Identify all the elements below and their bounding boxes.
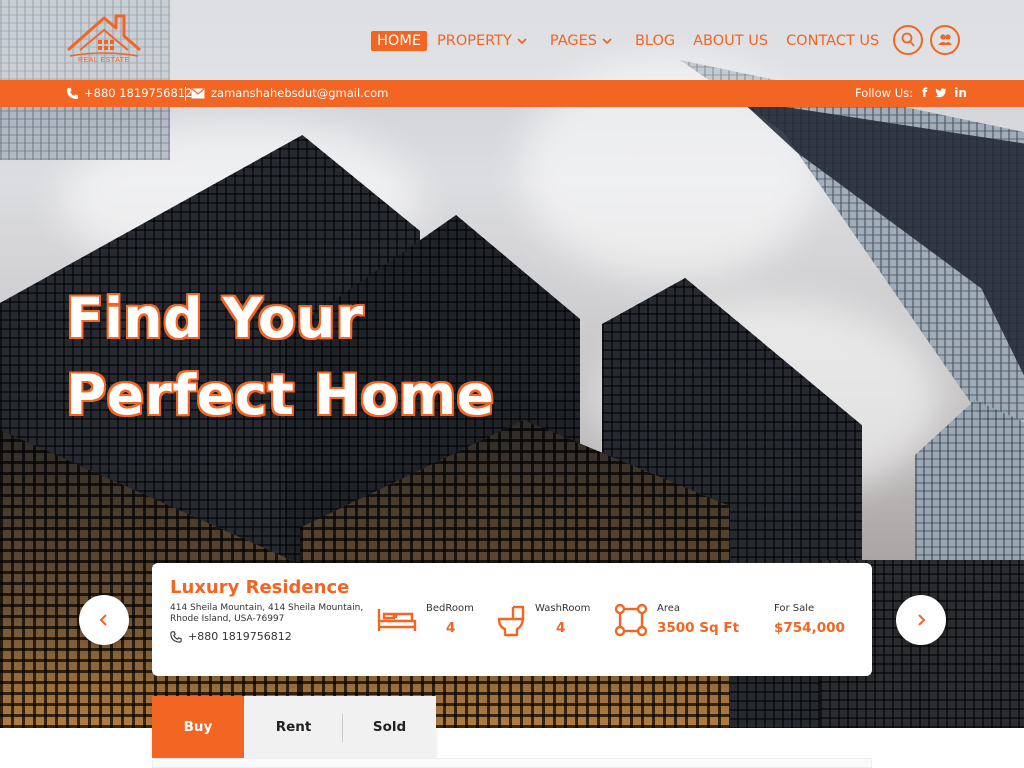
user-icon [901,32,915,47]
divider [185,87,186,101]
bedroom-value: 4 [446,620,456,636]
feature-area: Area 3500 Sq Ft [614,601,739,641]
nav-blog[interactable]: BLOG [635,33,675,49]
property-title[interactable]: Luxury Residence [170,577,349,598]
users-icon [938,34,952,45]
nav-about-us[interactable]: ABOUT US [693,33,768,49]
facebook-icon[interactable]: f [922,86,927,100]
bedroom-label: BedRoom [426,603,474,614]
chevron-down-icon [517,37,527,44]
search-tabs: Buy Rent Sold [152,696,436,758]
phone-icon [170,630,182,643]
chevron-down-icon [602,37,612,44]
property-card[interactable]: Luxury Residence 414 Sheila Mountain, 41… [152,563,872,676]
hero-headline: Find Your Perfect Home [66,280,494,434]
main-nav: HOME PROPERTY PAGES BLOG ABOUT US CONTAC… [371,29,879,52]
nav-property-label: PROPERTY [437,32,512,49]
sale-label: For Sale [774,603,815,614]
tab-sold[interactable]: Sold [343,696,436,758]
logo-text: REAL ESTATE [78,57,130,64]
bed-icon [377,609,417,631]
area-value: 3500 Sq Ft [657,620,740,636]
phone-icon [66,87,79,99]
twitter-icon[interactable] [935,87,947,99]
hero-headline-line-1: Find Your [66,286,364,350]
chevron-right-icon [918,614,926,626]
follow-us-label: Follow Us: [855,86,914,100]
washroom-label: WashRoom [535,603,591,614]
search-user-button[interactable] [893,25,923,55]
feature-bedroom: BedRoom 4 [376,601,476,641]
chevron-left-icon [99,614,107,626]
slider-prev-button[interactable] [79,595,129,645]
linkedin-icon[interactable]: in [954,86,967,100]
property-phone-text: +880 1819756812 [188,630,292,643]
nav-pages-label: PAGES [549,32,597,49]
header-email-text: zamanshahebsdut@gmail.com [211,86,389,100]
tab-buy[interactable]: Buy [152,696,244,758]
mail-icon [191,88,205,98]
contact-info-bar: +880 1819756812 zamanshahebsdut@gmail.co… [0,80,1024,107]
nav-home[interactable]: HOME [371,30,427,51]
header-phone-text: +880 1819756812 [84,86,193,100]
social-links: Follow Us: f in [855,86,967,100]
property-address: 414 Sheila Mountain, 414 Sheila Mountain… [170,603,364,624]
feature-price: For Sale $754,000 [774,601,864,641]
tab-rent[interactable]: Rent [244,696,343,758]
nav-pages[interactable]: PAGES [550,33,613,49]
search-panel [152,758,872,768]
nav-property[interactable]: PROPERTY [437,33,528,49]
site-header: REAL ESTATE HOME PROPERTY PAGES BLOG ABO… [0,0,1024,80]
nav-contact-us[interactable]: CONTACT US [786,33,879,49]
header-phone[interactable]: +880 1819756812 [66,86,192,100]
feature-washroom: WashRoom 4 [496,601,606,641]
property-phone[interactable]: +880 1819756812 [170,630,292,643]
washroom-value: 4 [556,620,566,636]
users-button[interactable] [930,25,960,55]
area-label: Area [657,603,681,614]
header-email[interactable]: zamanshahebsdut@gmail.com [191,86,388,100]
hero-headline-line-2: Perfect Home [66,363,495,427]
tab-rent-label: Rent [275,719,312,735]
slider-next-button[interactable] [896,595,946,645]
sale-price: $754,000 [774,620,845,636]
toilet-icon [497,605,525,637]
area-icon [614,603,648,637]
